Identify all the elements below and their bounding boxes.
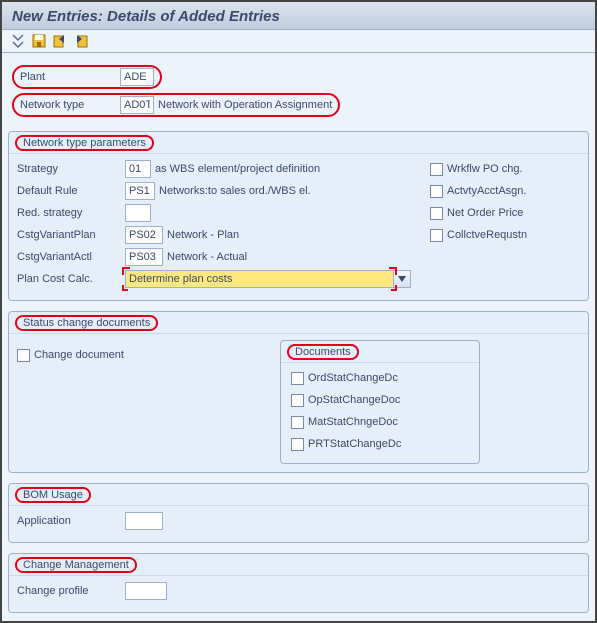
plant-field[interactable] [120, 68, 154, 86]
plant-highlight: Plant [12, 65, 162, 89]
red-strategy-label: Red. strategy [17, 207, 125, 219]
red-strategy-field[interactable] [125, 204, 151, 222]
group-status-docs: Status change documents Change document … [8, 311, 589, 473]
expand-all-icon[interactable] [10, 33, 26, 49]
body-area: Plant Network type Network with Operatio… [2, 53, 595, 621]
cstg-var-plan-field[interactable] [125, 226, 163, 244]
change-doc-label: Change document [34, 349, 124, 361]
ord-stat-checkbox[interactable] [291, 372, 304, 385]
titlebar: New Entries: Details of Added Entries [2, 2, 595, 30]
strategy-field[interactable] [125, 160, 151, 178]
network-type-desc: Network with Operation Assignment [158, 99, 332, 111]
header-fields: Plant Network type Network with Operatio… [8, 61, 589, 131]
prev-entry-icon[interactable] [52, 33, 68, 49]
group-network-params: Network type parameters Strategy as WBS … [8, 131, 589, 301]
network-type-label: Network type [20, 99, 120, 111]
cstg-var-actl-field[interactable] [125, 248, 163, 266]
network-type-field[interactable] [120, 96, 154, 114]
netorder-checkbox[interactable] [430, 207, 443, 220]
collctv-checkbox[interactable] [430, 229, 443, 242]
page-title: New Entries: Details of Added Entries [12, 8, 585, 25]
strategy-label: Strategy [17, 163, 125, 175]
group-title-status: Status change documents [15, 315, 158, 331]
application-field[interactable] [125, 512, 163, 530]
application-label: Application [17, 515, 125, 527]
plant-label: Plant [20, 71, 120, 83]
strategy-desc: as WBS element/project definition [155, 163, 320, 175]
op-stat-label: OpStatChangeDoc [308, 394, 400, 406]
change-doc-checkbox[interactable] [17, 349, 30, 362]
cstg-var-actl-label: CstgVariantActl [17, 251, 125, 263]
group-title-change: Change Management [15, 557, 137, 573]
sap-window: New Entries: Details of Added Entries Pl… [0, 0, 597, 623]
group-title-network-params: Network type parameters [15, 135, 154, 151]
wrkflw-label: Wrkflw PO chg. [447, 163, 523, 175]
plan-cost-calc-field[interactable] [125, 270, 394, 288]
plan-cost-calc-select[interactable] [125, 270, 411, 288]
plan-cost-calc-label: Plan Cost Calc. [17, 273, 125, 285]
cstg-var-plan-label: CstgVariantPlan [17, 229, 125, 241]
save-icon[interactable] [31, 33, 47, 49]
change-profile-field[interactable] [125, 582, 167, 600]
actvty-label: ActvtyAcctAsgn. [447, 185, 526, 197]
wrkflw-checkbox[interactable] [430, 163, 443, 176]
cstg-var-actl-desc: Network - Actual [167, 251, 247, 263]
group-bom: BOM Usage Application [8, 483, 589, 543]
next-entry-icon[interactable] [73, 33, 89, 49]
group-change-mgmt: Change Management Change profile [8, 553, 589, 613]
collctv-label: CollctveRequstn [447, 229, 527, 241]
group-title-bom: BOM Usage [15, 487, 91, 503]
prt-stat-checkbox[interactable] [291, 438, 304, 451]
default-rule-field[interactable] [125, 182, 155, 200]
docs-title: Documents [287, 344, 359, 360]
ord-stat-label: OrdStatChangeDc [308, 372, 398, 384]
prt-stat-label: PRTStatChangeDc [308, 438, 401, 450]
toolbar [2, 30, 595, 53]
network-type-highlight: Network type Network with Operation Assi… [12, 93, 340, 117]
mat-stat-checkbox[interactable] [291, 416, 304, 429]
netorder-label: Net Order Price [447, 207, 523, 219]
op-stat-checkbox[interactable] [291, 394, 304, 407]
mat-stat-label: MatStatChngeDoc [308, 416, 398, 428]
default-rule-label: Default Rule [17, 185, 125, 197]
actvty-checkbox[interactable] [430, 185, 443, 198]
change-profile-label: Change profile [17, 585, 125, 597]
cstg-var-plan-desc: Network - Plan [167, 229, 239, 241]
default-rule-desc: Networks:to sales ord./WBS el. [159, 185, 311, 197]
inner-group-documents: Documents OrdStatChangeDc OpStatChangeDo… [280, 340, 480, 464]
